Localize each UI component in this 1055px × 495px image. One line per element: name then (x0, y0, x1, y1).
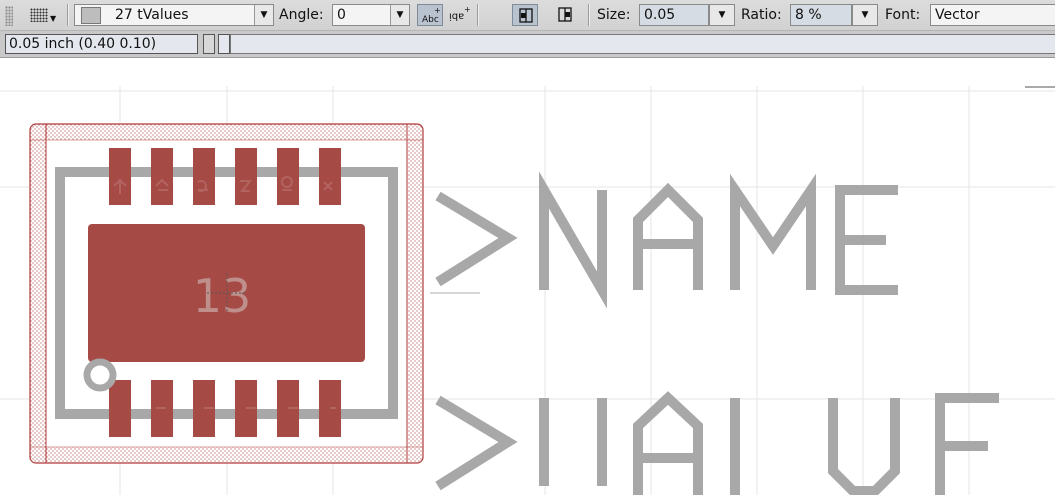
size-dropdown-button[interactable]: ▼ (709, 4, 735, 26)
text-normal-button[interactable]: Abc + (417, 4, 443, 26)
text-mirror-button[interactable]: ᴉqɐ + (446, 4, 472, 26)
angle-select[interactable]: 0 ▼ (332, 4, 410, 26)
smd-pad[interactable] (109, 148, 131, 205)
align-right-button[interactable] (552, 4, 578, 26)
ratio-dropdown-button[interactable]: ▼ (852, 4, 878, 26)
abc-glyph: Abc (422, 15, 439, 25)
toolbar-separator (67, 4, 68, 26)
size-field[interactable]: 0.05 (639, 4, 709, 26)
smd-pad[interactable] (109, 380, 131, 437)
ratio-field-value: 8 % (795, 7, 822, 23)
text-toolbar: ▼ 27 tValues ▼ Angle: 0 ▼ Abc + ᴉqɐ + Si… (0, 0, 1055, 58)
dropdown-arrow-icon[interactable]: ▼ (390, 5, 409, 25)
svg-text:+: + (464, 5, 471, 14)
smd-pad[interactable] (193, 148, 215, 205)
text-mirror-icon: ᴉqɐ + (449, 5, 471, 22)
smd-pad[interactable] (235, 148, 257, 205)
align-right-icon (558, 7, 572, 22)
align-left-icon (519, 8, 533, 23)
parameter-toolbar: ▼ 27 tValues ▼ Angle: 0 ▼ Abc + ᴉqɐ + Si… (0, 0, 1055, 30)
font-select-value: Vector (935, 7, 980, 23)
coordinate-display: 0.05 inch (0.40 0.10) (5, 34, 198, 54)
pad-number-label: 13 (193, 269, 252, 323)
status-indicator-box (203, 34, 215, 54)
dropdown-arrow-icon[interactable]: ▼ (254, 5, 273, 25)
angle-label: Angle: (279, 7, 324, 23)
command-line-input[interactable] (230, 34, 1055, 54)
layer-select[interactable]: 27 tValues ▼ (74, 4, 274, 26)
size-label: Size: (597, 7, 631, 23)
value-text-placeholder[interactable] (435, 391, 999, 495)
svg-text:+: + (434, 6, 441, 15)
dropdown-arrow-icon: ▼ (710, 5, 734, 25)
angle-select-value: 0 (337, 7, 346, 23)
ratio-field[interactable]: 8 % (790, 4, 852, 26)
status-indicator-box (218, 34, 230, 54)
name-text-placeholder[interactable] (435, 171, 898, 309)
dropdown-arrow-icon: ▼ (50, 14, 57, 23)
font-select[interactable]: Vector (930, 4, 1055, 26)
drawing-canvas[interactable]: 13 (0, 86, 1055, 495)
toolbar-grip-handle[interactable] (5, 6, 13, 26)
align-left-button[interactable] (512, 4, 538, 26)
grid-icon (30, 8, 48, 22)
size-field-value: 0.05 (644, 7, 676, 23)
status-row: 0.05 inch (0.40 0.10) (0, 30, 1055, 58)
smd-pad[interactable] (319, 148, 341, 205)
layer-select-value: 27 tValues (115, 7, 189, 23)
ratio-label: Ratio: (741, 7, 782, 23)
dropdown-arrow-icon: ▼ (853, 5, 877, 25)
text-abc-icon: Abc + (422, 6, 441, 25)
grid-menu-button[interactable]: ▼ (30, 6, 60, 26)
mirror-glyph: ᴉqɐ (449, 11, 464, 22)
toolbar-separator (477, 4, 478, 26)
package-editor-view[interactable]: 13 (0, 86, 1055, 495)
smd-pad[interactable] (151, 148, 173, 205)
toolbar-separator (588, 4, 589, 26)
font-label: Font: (885, 7, 921, 23)
layer-color-swatch (81, 7, 101, 24)
